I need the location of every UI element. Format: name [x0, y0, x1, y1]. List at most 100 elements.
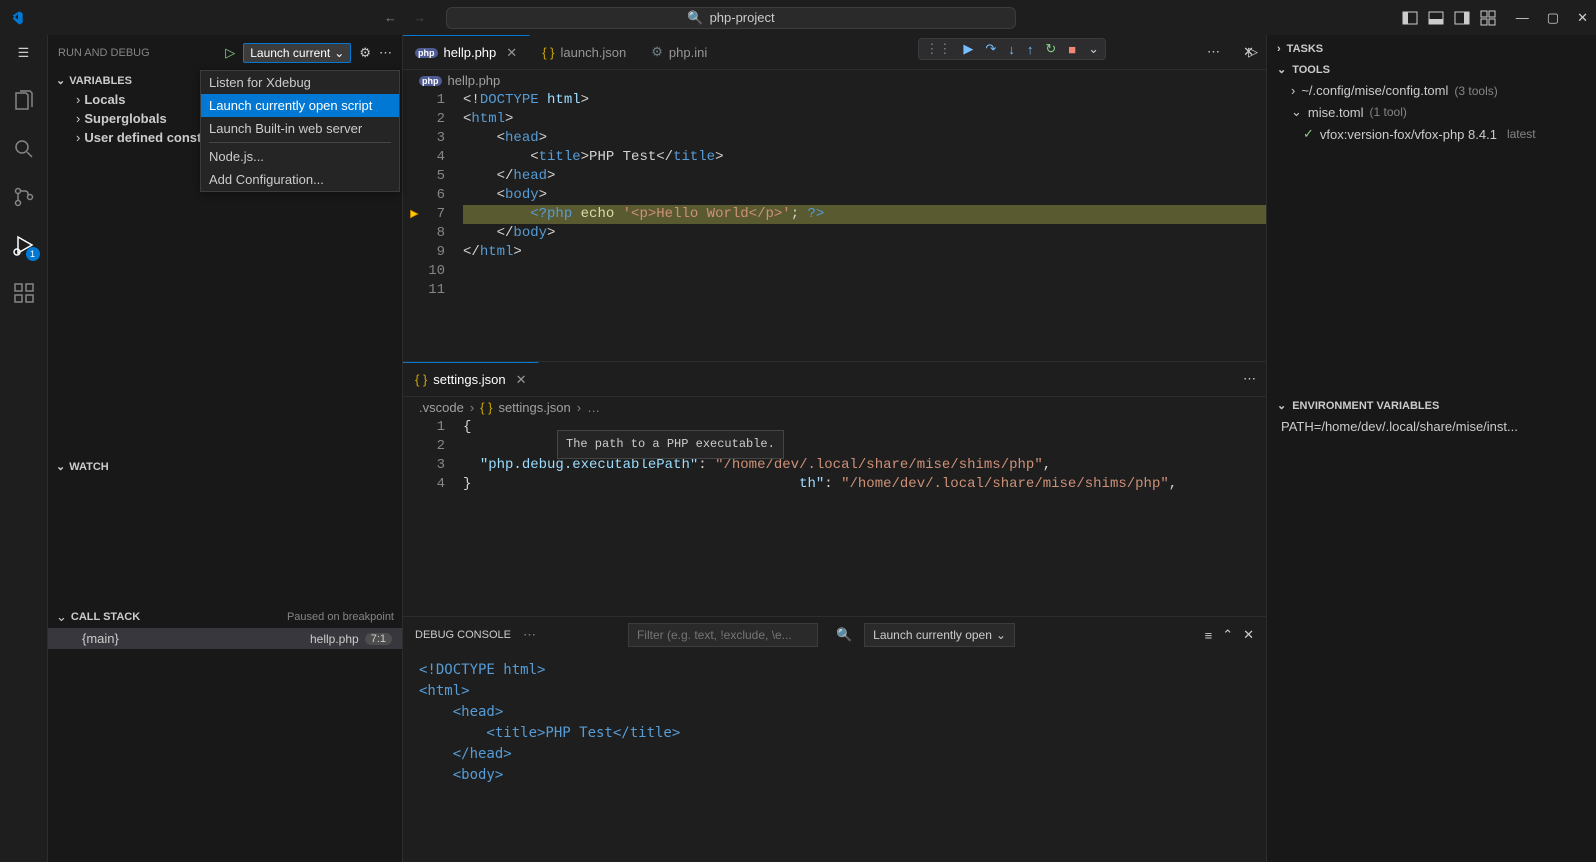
dropdown-item-builtin-server[interactable]: Launch Built-in web server [201, 117, 399, 140]
paused-status: Paused on breakpoint [287, 611, 394, 623]
json-file-icon: { } [542, 45, 554, 60]
editor-more-icon[interactable]: ⋯ [1243, 371, 1256, 387]
debug-session-select[interactable]: Launch currently open ⌄ [864, 623, 1015, 647]
debug-console-tab[interactable]: DEBUG CONSOLE [415, 629, 511, 641]
json-file-icon: { } [480, 400, 492, 415]
dropdown-item-nodejs[interactable]: Node.js... [201, 145, 399, 168]
layout-panel-bottom-icon[interactable] [1428, 10, 1444, 26]
config-selected-label: Launch current [250, 46, 330, 60]
word-wrap-icon[interactable]: ≡ [1205, 628, 1213, 643]
activity-bar: ☰ 1 [0, 35, 48, 862]
close-panel-icon[interactable]: ✕ [1243, 627, 1254, 643]
debug-toolbar[interactable]: ⋮⋮ ▶ ↷ ↓ ↑ ↻ ■ ⌄ [918, 38, 1106, 60]
tools-mise-item[interactable]: ⌄ mise.toml (1 tool) [1267, 101, 1596, 123]
menu-icon[interactable]: ☰ [18, 45, 30, 61]
breadcrumb-folder: .vscode [419, 400, 464, 415]
ini-file-icon: ⚙ [651, 44, 663, 60]
layout-panel-left-icon[interactable] [1402, 10, 1418, 26]
editor-more-icon[interactable]: ⋯ [1207, 44, 1220, 60]
titlebar-right: — ▢ ✕ [1402, 10, 1588, 26]
tasks-section-header[interactable]: › TASKS [1267, 39, 1596, 59]
step-out-icon[interactable]: ↑ [1027, 42, 1034, 57]
settings-editor[interactable]: 1 2 3 4 { The path to a PHP executable. … [403, 418, 1266, 616]
callstack-section-header[interactable]: ⌄ CALL STACK Paused on breakpoint [48, 606, 402, 628]
tab-label: hellp.php [444, 45, 497, 60]
start-debug-icon[interactable]: ▷ [225, 45, 235, 61]
dropdown-item-xdebug[interactable]: Listen for Xdebug [201, 71, 399, 94]
tab-hellp-php[interactable]: php hellp.php ✕ [403, 35, 530, 69]
watch-label: WATCH [69, 461, 109, 473]
window-controls: — ▢ ✕ [1516, 10, 1588, 26]
console-line: <body> [419, 765, 1250, 786]
watch-section-header[interactable]: ⌄ WATCH [48, 457, 402, 476]
command-center[interactable]: 🔍 php-project [446, 7, 1016, 29]
breadcrumb-settings[interactable]: .vscode › { } settings.json › … [403, 397, 1266, 418]
run-debug-icon[interactable]: 1 [10, 231, 38, 259]
stop-icon[interactable]: ■ [1068, 42, 1076, 57]
bottom-panel: DEBUG CONSOLE ⋯ 🔍 Launch currently open … [403, 616, 1266, 790]
nav-back-icon[interactable]: ← [384, 10, 397, 25]
tab-php-ini[interactable]: ⚙ php.ini [639, 35, 720, 69]
chevron-down-icon: ⌄ [334, 46, 344, 60]
env-section-header[interactable]: ⌄ ENVIRONMENT VARIABLES [1267, 395, 1596, 416]
breadcrumb-main[interactable]: php hellp.php [403, 70, 1266, 91]
session-label: Launch currently open [873, 628, 992, 642]
breakpoint-current-icon[interactable] [409, 208, 421, 220]
extensions-icon[interactable] [10, 279, 38, 307]
nav-forward-icon[interactable]: → [413, 10, 426, 25]
search-activity-icon[interactable] [10, 135, 38, 163]
tab-settings-json[interactable]: { } settings.json ✕ [403, 362, 539, 396]
search-icon[interactable]: 🔍 [836, 627, 852, 643]
close-editor-group-icon[interactable]: ✕ [1243, 44, 1254, 60]
collapse-icon[interactable]: ⌃ [1222, 627, 1233, 643]
sidebar-title: RUN AND DEBUG [58, 47, 150, 59]
variables-label: VARIABLES [69, 75, 132, 87]
debug-config-select[interactable]: Launch current ⌄ [243, 43, 351, 63]
tools-count: (3 tools) [1454, 84, 1497, 98]
layout-customize-icon[interactable] [1480, 10, 1496, 26]
dropdown-item-add-config[interactable]: Add Configuration... [201, 168, 399, 191]
tab-label: launch.json [560, 45, 626, 60]
gutter: 1 2 3 4 5 6 7 8 9 10 11 [403, 91, 463, 361]
explorer-icon[interactable] [10, 87, 38, 115]
tools-config-item[interactable]: › ~/.config/mise/config.toml (3 tools) [1267, 80, 1596, 101]
settings-code-content[interactable]: { The path to a PHP executable. th": "/h… [463, 418, 1266, 616]
console-filter-input[interactable] [628, 623, 818, 647]
code-content[interactable]: <!DOCTYPE html> <html> <head> <title>PHP… [463, 91, 1266, 361]
tools-section-header[interactable]: ⌄ TOOLS [1267, 59, 1596, 80]
more-icon[interactable]: ⋯ [379, 45, 392, 61]
tab-launch-json[interactable]: { } launch.json [530, 35, 639, 69]
chevron-right-icon: › [1277, 43, 1281, 55]
drag-handle-icon[interactable]: ⋮⋮ [925, 41, 951, 57]
continue-icon[interactable]: ▶ [963, 41, 973, 57]
console-content[interactable]: <!DOCTYPE html> <html> <head> <title>PHP… [403, 654, 1266, 790]
layout-panel-right-icon[interactable] [1454, 10, 1470, 26]
settings-tab-bar: { } settings.json ✕ ⋯ [403, 362, 1266, 397]
restart-icon[interactable]: ↻ [1045, 41, 1056, 57]
dropdown-item-current-script[interactable]: Launch currently open script [201, 94, 399, 117]
search-icon: 🔍 [687, 10, 703, 26]
gear-icon[interactable]: ⚙ [359, 45, 371, 61]
chevron-right-icon: › [577, 400, 581, 415]
chevron-down-icon: ⌄ [1291, 104, 1302, 120]
step-into-icon[interactable]: ↓ [1008, 42, 1015, 57]
panel-more-icon[interactable]: ⋯ [523, 627, 536, 643]
source-control-icon[interactable] [10, 183, 38, 211]
tools-vfox-item[interactable]: ✓ vfox:version-fox/vfox-php 8.4.1 latest [1267, 123, 1596, 145]
chevron-down-icon[interactable]: ⌄ [1088, 41, 1099, 57]
step-over-icon[interactable]: ↷ [985, 41, 996, 57]
close-icon[interactable]: ✕ [516, 372, 527, 388]
json-file-icon: { } [415, 372, 427, 387]
debug-badge: 1 [26, 247, 40, 261]
callstack-frame[interactable]: {main} hellp.php 7:1 [48, 628, 402, 649]
tab-label: php.ini [669, 45, 707, 60]
userconst-label: User defined consta [84, 130, 208, 145]
minimize-icon[interactable]: — [1516, 10, 1529, 26]
close-window-icon[interactable]: ✕ [1577, 10, 1588, 26]
chevron-right-icon: › [76, 130, 80, 145]
maximize-icon[interactable]: ▢ [1547, 10, 1559, 26]
callstack-section: ⌄ CALL STACK Paused on breakpoint {main}… [48, 606, 402, 649]
close-icon[interactable]: ✕ [506, 45, 517, 61]
main-editor[interactable]: 1 2 3 4 5 6 7 8 9 10 11 <!DOCTYPE html> … [403, 91, 1266, 361]
latest-badge: latest [1507, 127, 1536, 141]
